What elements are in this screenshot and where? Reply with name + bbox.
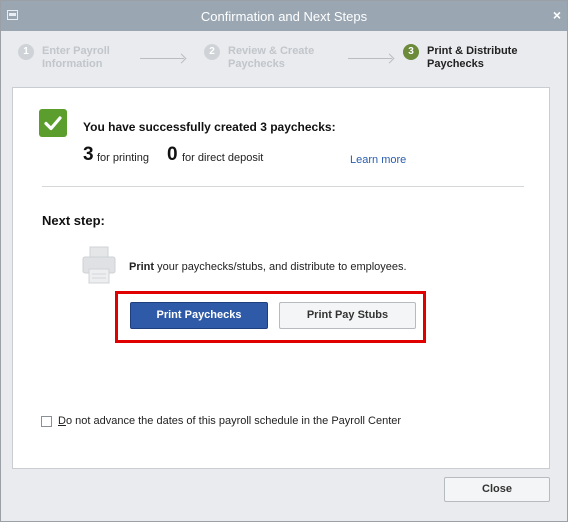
- next-step-heading: Next step:: [42, 213, 105, 228]
- do-not-advance-checkbox[interactable]: [41, 416, 52, 427]
- wizard-steps: 1 Enter Payroll Information 2 Review & C…: [1, 31, 567, 85]
- print-description: Print your paychecks/stubs, and distribu…: [129, 261, 407, 273]
- deposit-label: for direct deposit: [182, 152, 264, 164]
- print-pay-stubs-button[interactable]: Print Pay Stubs: [279, 302, 416, 329]
- check-icon: [39, 109, 67, 137]
- label-access-key: D: [58, 415, 66, 427]
- print-desc-bold: Print: [129, 261, 155, 273]
- window-title: Confirmation and Next Steps: [200, 9, 368, 24]
- printing-count: 3: [83, 144, 94, 165]
- print-paychecks-button[interactable]: Print Paychecks: [130, 302, 268, 329]
- title-bar: Confirmation and Next Steps ×: [1, 1, 567, 31]
- step-arrow-icon: [348, 58, 392, 59]
- confirmation-dialog: Confirmation and Next Steps × 1 Enter Pa…: [0, 0, 568, 522]
- content-panel: You have successfully created 3 paycheck…: [12, 87, 550, 469]
- step-arrow-icon: [140, 58, 184, 59]
- do-not-advance-label[interactable]: Do not advance the dates of this payroll…: [58, 415, 401, 427]
- print-desc-rest: your paychecks/stubs, and distribute to …: [154, 261, 407, 273]
- step-label: Enter Payroll Information: [42, 45, 110, 70]
- step-number-icon: 2: [204, 44, 220, 60]
- step-number-icon: 1: [18, 44, 34, 60]
- close-button[interactable]: Close: [444, 477, 550, 502]
- step-label: Print & Distribute Paychecks: [427, 45, 518, 70]
- close-window-icon[interactable]: ×: [550, 7, 564, 23]
- deposit-count: 0: [167, 144, 178, 165]
- learn-more-link[interactable]: Learn more: [350, 154, 406, 166]
- step-number-icon: 3: [403, 44, 419, 60]
- success-message: You have successfully created 3 paycheck…: [83, 120, 336, 134]
- printer-icon: [81, 245, 117, 285]
- printing-label: for printing: [97, 152, 149, 164]
- divider: [42, 186, 524, 187]
- label-rest: o not advance the dates of this payroll …: [65, 415, 402, 427]
- step-label: Review & Create Paychecks: [228, 45, 315, 70]
